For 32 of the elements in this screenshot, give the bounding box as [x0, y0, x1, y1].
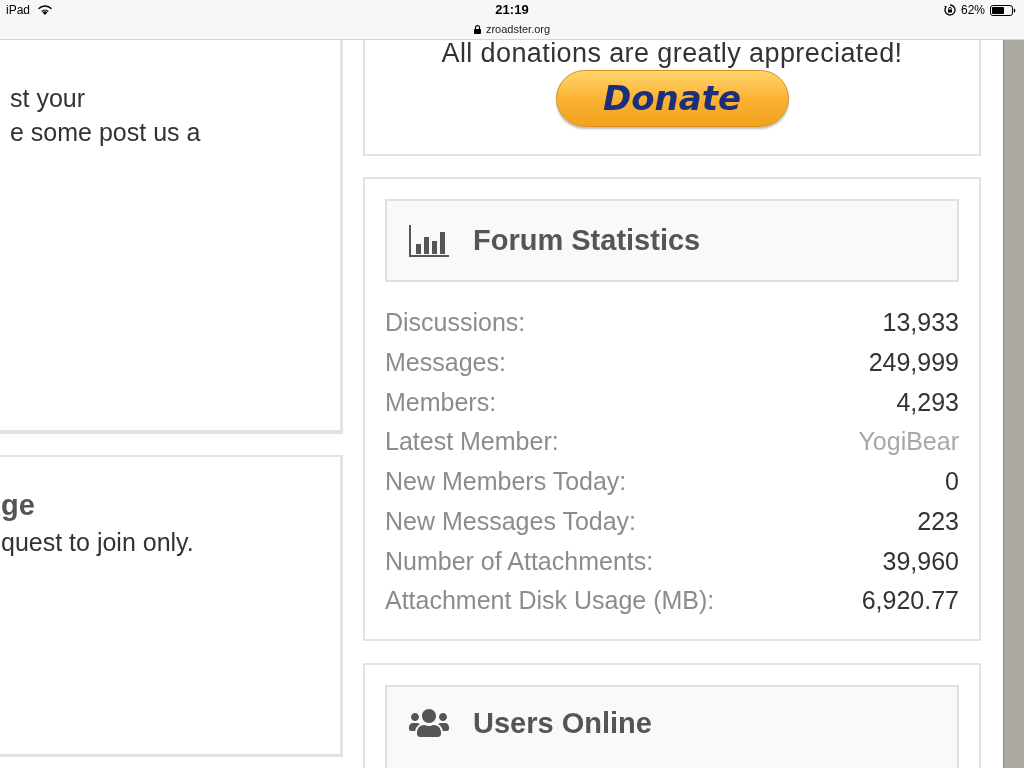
stat-label: Latest Member:	[385, 426, 559, 458]
stat-value: 39,960	[882, 545, 959, 577]
clock-time: 21:19	[495, 1, 529, 20]
stat-label: New Members Today:	[385, 466, 627, 498]
stat-label: Number of Attachments:	[385, 545, 654, 577]
card-heading: ge	[1, 488, 36, 522]
stat-value: 6,920.77	[861, 585, 959, 617]
stat-label: Attachment Disk Usage (MB):	[385, 585, 715, 617]
lock-icon	[473, 25, 481, 34]
card-title: Users Online	[473, 706, 652, 741]
stat-label: Members:	[385, 386, 497, 418]
stat-label: Discussions:	[385, 307, 526, 339]
battery-icon	[990, 4, 1016, 16]
rotation-lock-icon	[943, 4, 956, 16]
stat-label: Messages:	[385, 346, 506, 378]
battery-percent: 62%	[960, 2, 985, 19]
stat-value: 223	[917, 505, 959, 537]
stat-value: 4,293	[896, 386, 959, 418]
bar-chart-icon	[409, 224, 449, 257]
stat-label: New Messages Today:	[385, 505, 637, 537]
card-text: quest to join only.	[1, 527, 195, 558]
device-name: iPad	[6, 2, 31, 19]
wifi-icon	[38, 5, 53, 15]
stat-value: 249,999	[868, 346, 959, 378]
donation-message: All donations are greatly appreciated!	[441, 40, 903, 67]
card-text: e some post us a	[10, 117, 202, 148]
card-text: st your	[10, 83, 87, 114]
url-text[interactable]: zroadster.org	[485, 21, 551, 38]
stat-value: 13,933	[882, 307, 959, 339]
card-title: Forum Statistics	[473, 222, 701, 258]
stat-value: 0	[945, 466, 959, 498]
donate-button[interactable]: Donate	[555, 70, 789, 127]
